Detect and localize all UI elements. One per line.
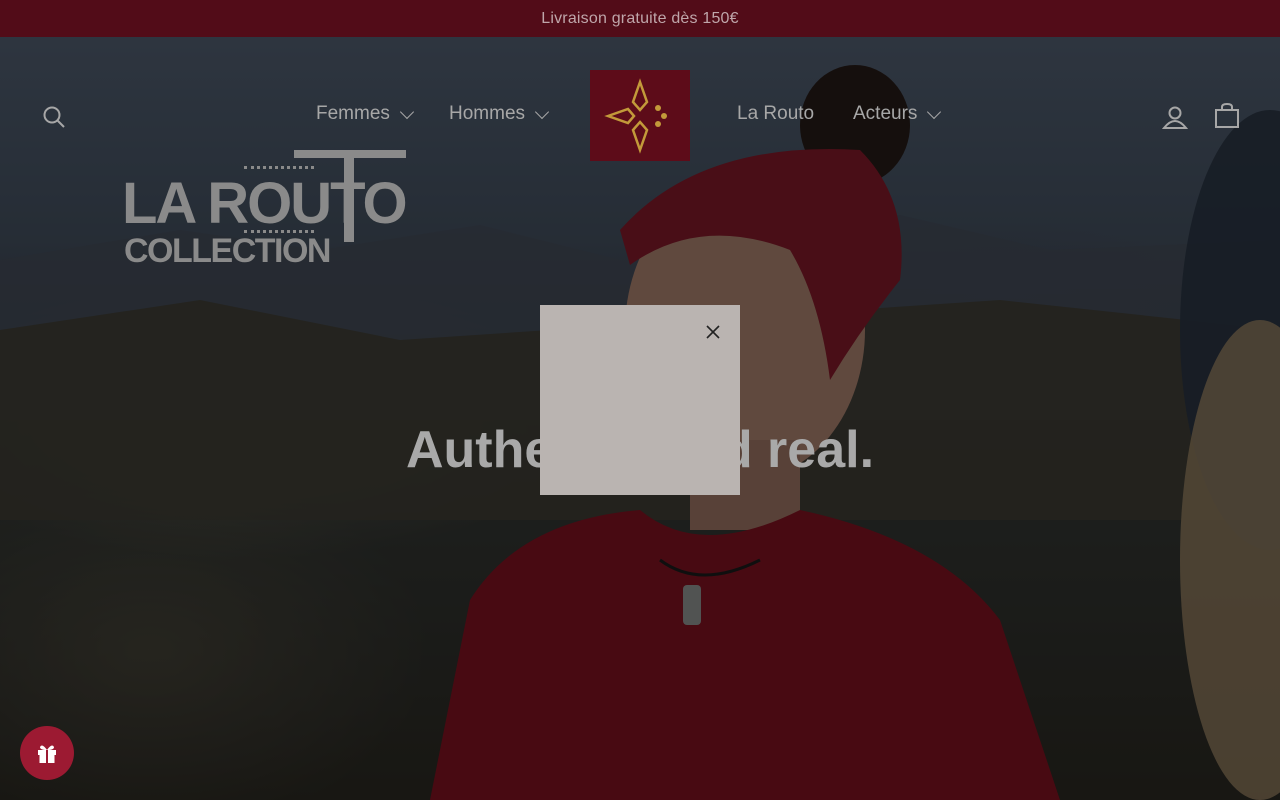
cart-icon xyxy=(1215,102,1239,128)
nav-acteurs[interactable]: Acteurs xyxy=(853,103,942,125)
nav-acteurs-label: Acteurs xyxy=(853,103,918,124)
site-header: Femmes Hommes La Routo Acteurs xyxy=(0,37,1280,177)
logo-cross-icon xyxy=(604,77,667,154)
nav-la-routo-label: La Routo xyxy=(737,103,815,124)
close-icon xyxy=(706,325,720,339)
announcement-text: Livraison gratuite dès 150€ xyxy=(541,9,739,27)
gift-icon xyxy=(38,745,56,763)
chevron-down-icon xyxy=(534,104,550,119)
search-icon xyxy=(43,106,65,128)
modal-close-button[interactable] xyxy=(704,323,722,341)
brand-line2: COLLECTION xyxy=(124,232,331,270)
site-logo[interactable] xyxy=(590,70,690,161)
popup-modal xyxy=(540,305,740,495)
chevron-down-icon xyxy=(927,104,942,119)
nav-femmes-label: Femmes xyxy=(316,103,390,124)
nav-la-routo[interactable]: La Routo xyxy=(737,103,814,125)
rewards-gift-button[interactable] xyxy=(20,726,74,780)
account-button[interactable] xyxy=(1161,104,1189,135)
nav-femmes[interactable]: Femmes xyxy=(316,103,414,125)
search-button[interactable] xyxy=(42,105,66,134)
cart-button[interactable] xyxy=(1214,102,1240,134)
chevron-down-icon xyxy=(399,104,414,119)
announcement-bar: Livraison gratuite dès 150€ xyxy=(0,0,1280,37)
nav-hommes-label: Hommes xyxy=(449,103,526,124)
nav-hommes[interactable]: Hommes xyxy=(449,103,550,125)
account-icon xyxy=(1161,106,1189,129)
brand-line1: LA ROUTO xyxy=(122,171,408,236)
